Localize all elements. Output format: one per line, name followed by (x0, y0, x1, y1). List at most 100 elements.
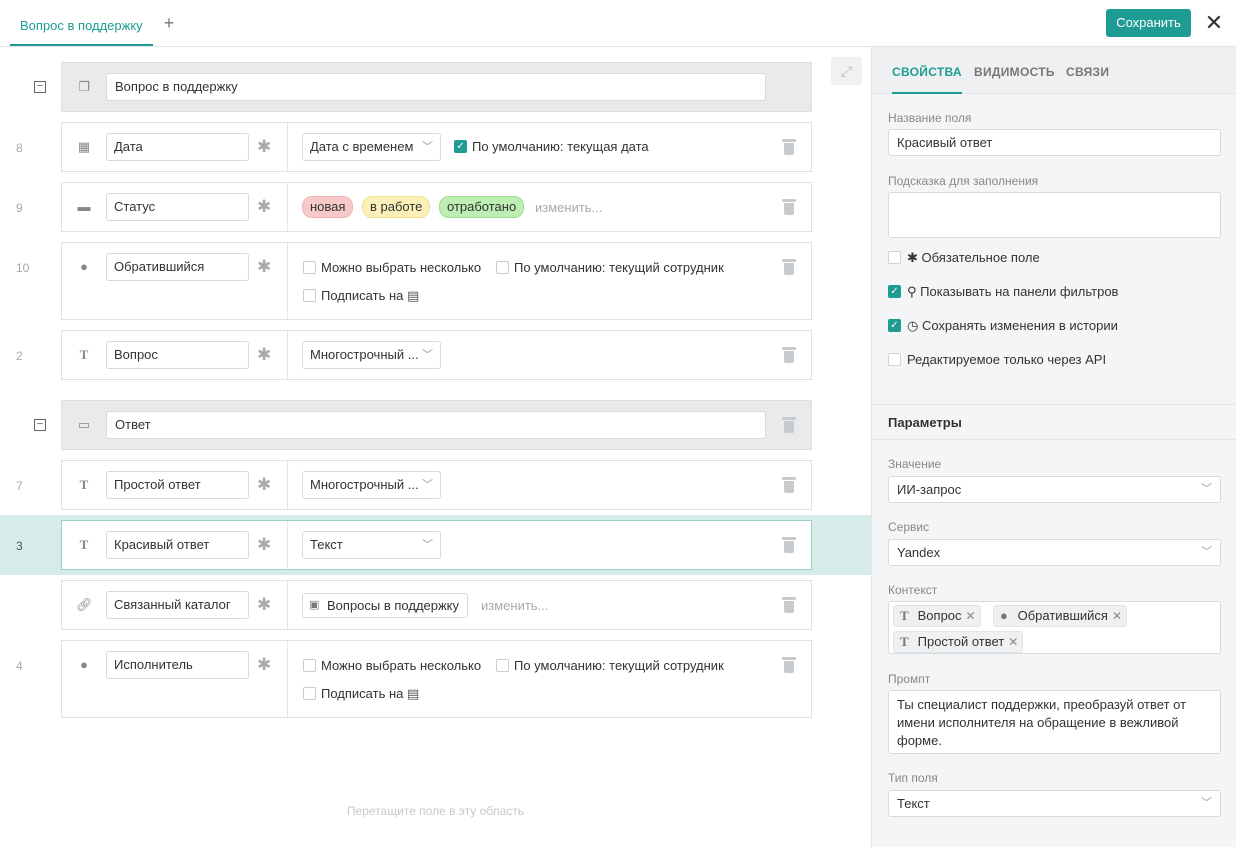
section-header[interactable]: ❐ Вопрос в поддержку (61, 62, 812, 112)
text-icon: T (79, 537, 89, 552)
multi-select-label: Можно выбрать несколько (321, 260, 482, 275)
section-title-input[interactable]: Ответ (106, 411, 766, 439)
trash-icon[interactable] (782, 657, 796, 674)
change-statuses-link[interactable]: изменить... (535, 200, 602, 215)
section-title-input[interactable]: Вопрос в поддержку (106, 73, 766, 101)
tab-form[interactable]: Вопрос в поддержку (10, 0, 153, 46)
required-star-icon[interactable]: ✱ (257, 535, 271, 555)
field-row-requester[interactable]: ● Обратившийся ✱ Можно выбрать несколько… (61, 242, 812, 320)
trash-icon[interactable] (782, 597, 796, 614)
api-only-checkbox[interactable] (888, 353, 901, 366)
divider (287, 331, 288, 379)
default-date-label: По умолчанию: текущая дата (472, 139, 649, 154)
trash-icon[interactable] (782, 347, 796, 364)
context-tag[interactable]: ● Обратившийся ✕ (993, 605, 1128, 627)
trash-icon[interactable] (782, 259, 796, 276)
default-date-checkbox[interactable]: ✓ (454, 140, 467, 153)
field-name-input[interactable]: Дата (106, 133, 249, 161)
add-tab-button[interactable]: + (160, 14, 178, 32)
required-star-icon[interactable]: ✱ (257, 655, 271, 675)
prompt-textarea[interactable]: Ты специалист поддержки, преобразуй отве… (888, 690, 1221, 754)
field-name-label: Название поля (888, 111, 972, 125)
chevron-down-icon: ﹀ (422, 349, 433, 361)
field-name-input[interactable]: Обратившийся (106, 253, 249, 281)
type-select[interactable]: Многострочный ... ﹀ (302, 341, 441, 369)
required-star-icon[interactable]: ✱ (257, 257, 271, 277)
row-number: 10 (16, 261, 30, 275)
divider (287, 123, 288, 171)
save-button[interactable]: Сохранить (1106, 9, 1191, 37)
trash-icon[interactable] (782, 417, 796, 434)
value-select[interactable]: ИИ-запрос ﹀ (888, 476, 1221, 503)
status-badge-work: в работе (362, 196, 431, 218)
type-value: Дата с временем (310, 139, 414, 154)
hint-label: Подсказка для заполнения (888, 174, 1039, 188)
field-row-question[interactable]: T Вопрос ✱ Многострочный ... ﹀ (61, 330, 812, 380)
api-only-label: Редактируемое только через API (907, 352, 1107, 367)
tab-properties[interactable]: СВОЙСТВА (892, 47, 962, 94)
service-select[interactable]: Yandex ﹀ (888, 539, 1221, 566)
collapse-section-icon[interactable]: − (34, 81, 46, 93)
status-icon: ▬ (77, 199, 91, 214)
field-name-input[interactable]: Красивый ответ (888, 129, 1221, 156)
type-select[interactable]: Текст ﹀ (302, 531, 441, 559)
context-multiselect[interactable]: T Вопрос ✕ ● Обратившийся ✕ T Простой отве… (888, 601, 1221, 654)
multi-select-checkbox[interactable] (303, 261, 316, 274)
field-name-input[interactable]: Статус (106, 193, 249, 221)
multi-select-checkbox[interactable] (303, 659, 316, 672)
subscribe-checkbox[interactable] (303, 289, 316, 302)
change-catalog-link[interactable]: изменить... (481, 598, 548, 613)
section-header[interactable]: ▭ Ответ (61, 400, 812, 450)
field-name-input[interactable]: Красивый ответ (106, 531, 249, 559)
required-star-icon[interactable]: ✱ (257, 475, 271, 495)
history-checkbox[interactable]: ✓ (888, 319, 901, 332)
trash-icon[interactable] (782, 477, 796, 494)
subscribe-checkbox[interactable] (303, 687, 316, 700)
context-tag[interactable]: T Простой ответ ✕ (893, 631, 1024, 653)
expand-icon[interactable]: ⤢ (831, 57, 862, 85)
trash-icon[interactable] (782, 139, 796, 156)
chevron-down-icon: ﹀ (422, 479, 433, 491)
required-star-icon[interactable]: ✱ (257, 345, 271, 365)
trash-icon[interactable] (782, 199, 796, 216)
type-value: Многострочный ... (310, 477, 419, 492)
required-label: ✱ Обязательное поле (907, 250, 1040, 265)
remove-tag-icon[interactable]: ✕ (966, 609, 976, 623)
field-name-input[interactable]: Связанный каталог (106, 591, 249, 619)
catalog-select[interactable]: ▣ Вопросы в поддержку (302, 593, 468, 618)
trash-icon[interactable] (782, 537, 796, 554)
default-user-checkbox[interactable] (496, 659, 509, 672)
field-row-assignee[interactable]: ● Исполнитель ✱ Можно выбрать несколько … (61, 640, 812, 718)
field-row-date[interactable]: ▦ Дата ✱ Дата с временем ﹀ ✓ По умолчанию… (61, 122, 812, 172)
drop-zone[interactable]: Перетащите поле в эту область (0, 804, 871, 818)
close-icon[interactable]: ✕ (1203, 12, 1225, 34)
type-select[interactable]: Многострочный ... ﹀ (302, 471, 441, 499)
required-checkbox[interactable] (888, 251, 901, 264)
field-name-input[interactable]: Простой ответ (106, 471, 249, 499)
context-tag-label: Вопрос (917, 608, 962, 623)
divider (287, 243, 288, 319)
field-row-status[interactable]: ▬ Статус ✱ новая в работе отработано изм… (61, 182, 812, 232)
required-star-icon[interactable]: ✱ (257, 595, 271, 615)
text-icon: T (79, 477, 89, 492)
required-star-icon[interactable]: ✱ (257, 137, 271, 157)
remove-tag-icon[interactable]: ✕ (1008, 635, 1018, 649)
filter-panel-checkbox[interactable]: ✓ (888, 285, 901, 298)
tab-links[interactable]: СВЯЗИ (1066, 47, 1109, 94)
field-row-linked-catalog[interactable]: 🔗︎ Связанный каталог ✱ ▣ Вопросы в поддер… (61, 580, 812, 630)
field-row-simple-answer[interactable]: T Простой ответ ✱ Многострочный ... ﹀ (61, 460, 812, 510)
hint-textarea[interactable] (888, 192, 1221, 238)
required-star-icon[interactable]: ✱ (257, 197, 271, 217)
type-select[interactable]: Дата с временем ﹀ (302, 133, 441, 161)
field-name-input[interactable]: Вопрос (106, 341, 249, 369)
link-icon: 🔗︎ (76, 597, 93, 612)
tab-visibility[interactable]: ВИДИМОСТЬ (974, 47, 1055, 94)
field-type-select[interactable]: Текст ﹀ (888, 790, 1221, 817)
collapse-section-icon[interactable]: − (34, 419, 46, 431)
remove-tag-icon[interactable]: ✕ (1112, 609, 1122, 623)
field-row-pretty-answer[interactable]: T Красивый ответ ✱ Текст ﹀ (61, 520, 812, 570)
context-tag-label: Простой ответ (917, 634, 1005, 649)
field-name-input[interactable]: Исполнитель (106, 651, 249, 679)
context-tag[interactable]: T Вопрос ✕ (893, 605, 981, 627)
default-user-checkbox[interactable] (496, 261, 509, 274)
